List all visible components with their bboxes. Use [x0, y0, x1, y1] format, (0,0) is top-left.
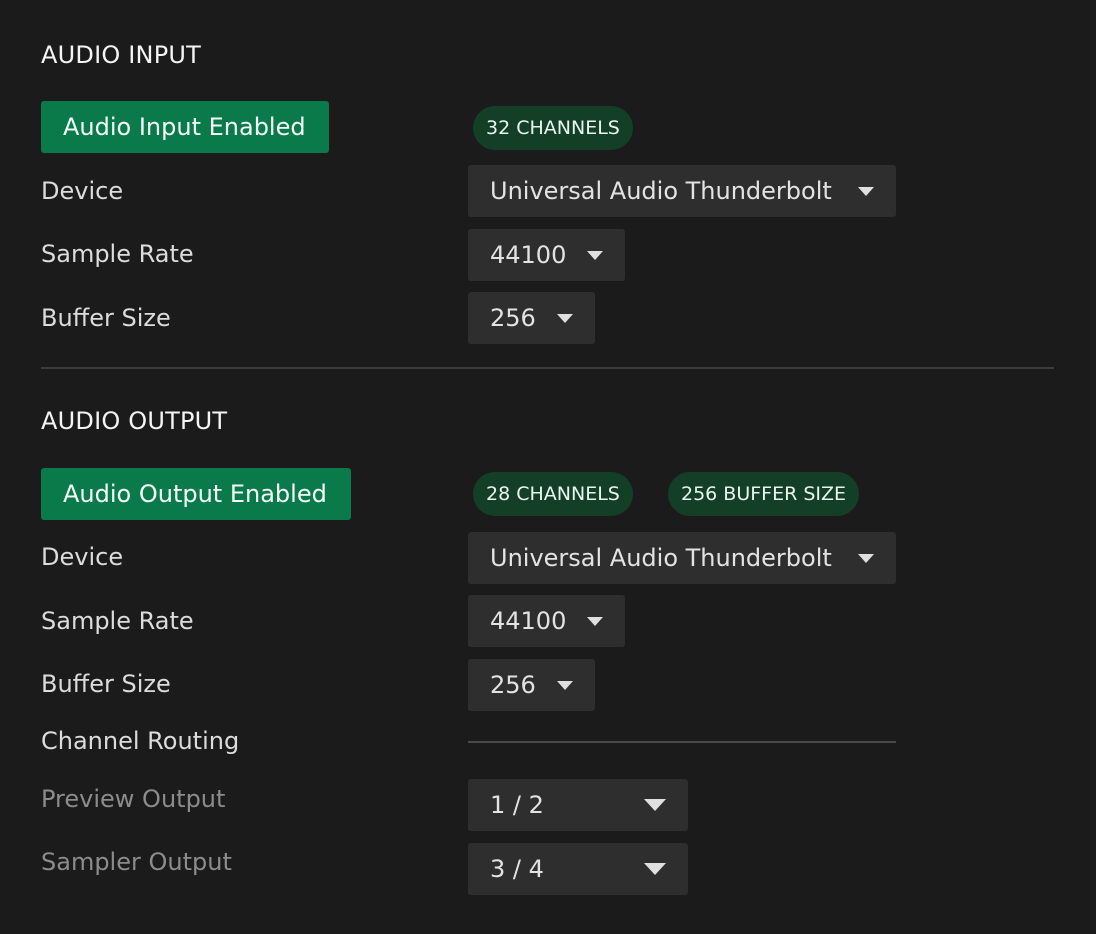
- audio-input-device-select[interactable]: Universal Audio Thunderbolt: [468, 165, 896, 217]
- audio-output-buffer-size-label: Buffer Size: [41, 670, 171, 698]
- audio-output-sample-rate-select[interactable]: 44100: [468, 595, 625, 647]
- audio-input-buffer-size-label: Buffer Size: [41, 304, 171, 332]
- audio-output-sample-rate-label: Sample Rate: [41, 607, 194, 635]
- section-divider: [41, 367, 1054, 369]
- audio-input-enabled-button[interactable]: Audio Input Enabled: [41, 101, 329, 153]
- audio-input-sample-rate-value: 44100: [490, 241, 567, 269]
- audio-output-device-label: Device: [41, 543, 124, 571]
- audio-input-title: AUDIO INPUT: [41, 41, 201, 69]
- sampler-output-select[interactable]: 3 / 4: [468, 843, 688, 895]
- audio-input-channels-badge: 32 CHANNELS: [473, 106, 633, 150]
- chevron-down-icon: [858, 553, 874, 563]
- audio-output-device-select[interactable]: Universal Audio Thunderbolt: [468, 532, 896, 584]
- audio-input-sample-rate-label: Sample Rate: [41, 240, 194, 268]
- audio-output-device-value: Universal Audio Thunderbolt: [490, 544, 832, 572]
- preview-output-value: 1 / 2: [490, 791, 544, 819]
- chevron-down-icon: [587, 616, 603, 626]
- audio-input-buffer-size-value: 256: [490, 304, 536, 332]
- chevron-down-icon: [587, 250, 603, 260]
- audio-input-buffer-size-select[interactable]: 256: [468, 292, 595, 344]
- chevron-down-icon: [557, 313, 573, 323]
- audio-output-channels-badge: 28 CHANNELS: [473, 472, 633, 516]
- chevron-down-icon: [644, 863, 666, 875]
- chevron-down-icon: [858, 186, 874, 196]
- preview-output-label: Preview Output: [41, 785, 226, 813]
- audio-output-buffer-size-badge: 256 BUFFER SIZE: [668, 472, 860, 516]
- channel-routing-divider: [468, 741, 896, 743]
- audio-input-sample-rate-select[interactable]: 44100: [468, 229, 625, 281]
- audio-input-device-value: Universal Audio Thunderbolt: [490, 177, 832, 205]
- channel-routing-label: Channel Routing: [41, 727, 240, 755]
- audio-input-device-label: Device: [41, 177, 124, 205]
- audio-output-title: AUDIO OUTPUT: [41, 407, 228, 435]
- audio-output-sample-rate-value: 44100: [490, 607, 567, 635]
- chevron-down-icon: [557, 680, 573, 690]
- audio-output-buffer-size-select[interactable]: 256: [468, 659, 595, 711]
- audio-output-enabled-button[interactable]: Audio Output Enabled: [41, 468, 351, 520]
- chevron-down-icon: [644, 799, 666, 811]
- audio-output-buffer-size-value: 256: [490, 671, 536, 699]
- sampler-output-value: 3 / 4: [490, 855, 544, 883]
- preview-output-select[interactable]: 1 / 2: [468, 779, 688, 831]
- sampler-output-label: Sampler Output: [41, 848, 232, 876]
